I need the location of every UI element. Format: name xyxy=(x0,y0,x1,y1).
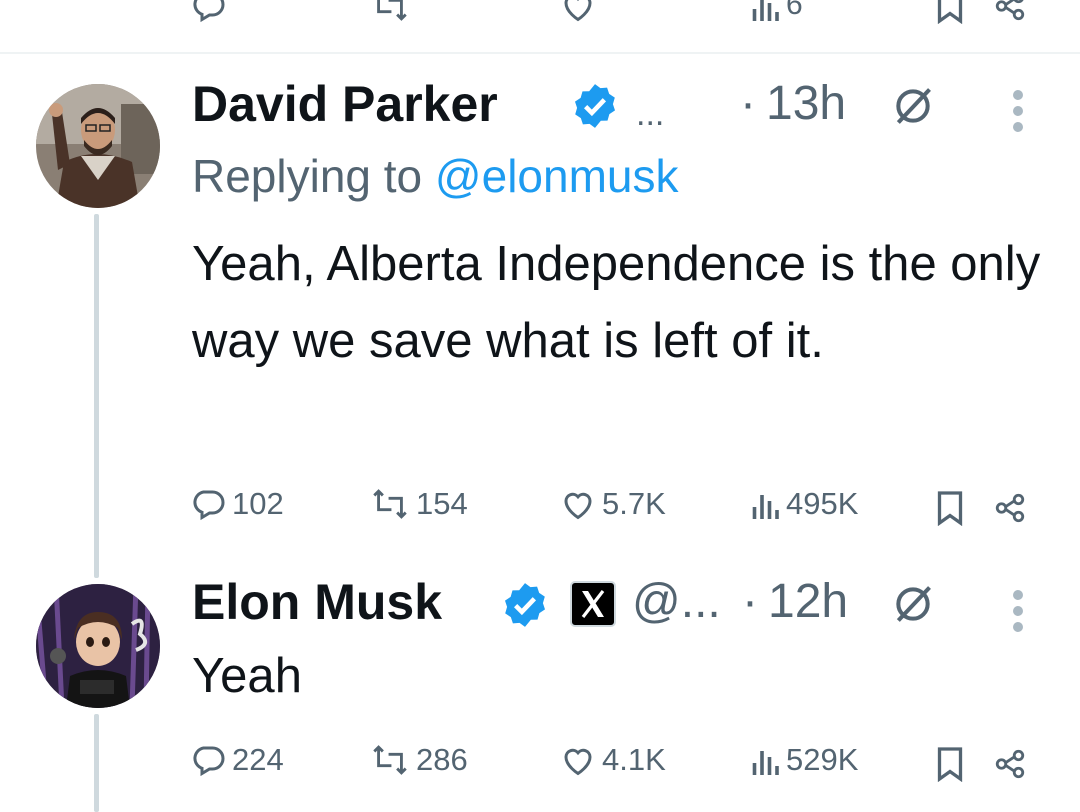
more-options-icon[interactable] xyxy=(1013,590,1025,638)
tweet-time[interactable]: 12h xyxy=(768,574,848,630)
reply-icon xyxy=(193,746,225,777)
reply-button[interactable]: 102 xyxy=(190,486,284,522)
share-icon[interactable] xyxy=(993,490,1027,526)
reply-button[interactable]: 224 xyxy=(190,742,284,778)
replying-mention-link[interactable]: @elonmusk xyxy=(435,150,679,202)
tweet-text: Yeah, Alberta Independence is the only w… xyxy=(192,237,1041,368)
views-count: 529K xyxy=(786,742,859,777)
bookmark-icon[interactable] xyxy=(935,746,965,782)
views-count: 6 xyxy=(786,0,803,21)
author-name[interactable]: David Parker xyxy=(192,76,498,132)
like-icon[interactable] xyxy=(560,0,596,24)
repost-icon xyxy=(373,489,407,519)
time-separator: · xyxy=(740,77,756,130)
views-icon xyxy=(752,751,779,775)
more-options-icon[interactable] xyxy=(1013,90,1025,138)
like-count: 4.1K xyxy=(602,742,666,777)
like-button[interactable]: 4.1K xyxy=(560,742,666,778)
repost-icon[interactable] xyxy=(370,0,410,24)
repost-button[interactable]: 154 xyxy=(370,486,468,522)
grok-icon[interactable] xyxy=(888,84,938,128)
reply-count: 102 xyxy=(232,486,284,521)
verified-badge-icon xyxy=(575,84,615,128)
repost-count: 286 xyxy=(416,742,468,777)
views-icon xyxy=(752,495,779,519)
like-icon xyxy=(564,748,592,776)
repost-count: 154 xyxy=(416,486,468,521)
author-name[interactable]: Elon Musk xyxy=(192,574,442,630)
share-icon[interactable] xyxy=(993,746,1027,782)
tweet-time[interactable]: 13h xyxy=(766,76,846,132)
views-count: 495K xyxy=(786,486,859,521)
replying-to: Replying to @elonmusk xyxy=(192,148,679,204)
bookmark-icon[interactable] xyxy=(935,490,965,526)
time-separator: · xyxy=(742,575,758,628)
previous-tweet-actions: 6 xyxy=(0,0,1080,26)
reply-icon xyxy=(193,490,225,521)
reply-count: 224 xyxy=(232,742,284,777)
repost-icon xyxy=(373,745,407,775)
verified-badge-icon xyxy=(505,583,545,627)
author-handle[interactable]: ... xyxy=(636,86,664,142)
thread-connector xyxy=(94,214,99,578)
reply-icon[interactable] xyxy=(190,0,226,24)
like-count: 5.7K xyxy=(602,486,666,521)
avatar-elon-musk[interactable] xyxy=(36,584,160,708)
tweet-divider xyxy=(0,52,1080,54)
repost-button[interactable]: 286 xyxy=(370,742,468,778)
author-handle[interactable]: @... xyxy=(632,574,721,630)
like-icon xyxy=(564,492,592,520)
like-button[interactable]: 5.7K xyxy=(560,486,666,522)
avatar-david-parker[interactable] xyxy=(36,84,160,208)
tweet-text: Yeah xyxy=(192,649,302,703)
bookmark-icon[interactable] xyxy=(935,0,965,24)
thread-connector xyxy=(94,714,99,812)
x-affiliate-badge-icon[interactable] xyxy=(568,580,618,628)
views-icon[interactable] xyxy=(750,0,780,24)
share-icon[interactable] xyxy=(993,0,1027,24)
grok-icon[interactable] xyxy=(888,582,938,626)
views-button[interactable]: 529K xyxy=(750,742,858,778)
replying-prefix: Replying to xyxy=(192,150,435,202)
views-button[interactable]: 495K xyxy=(750,486,858,522)
